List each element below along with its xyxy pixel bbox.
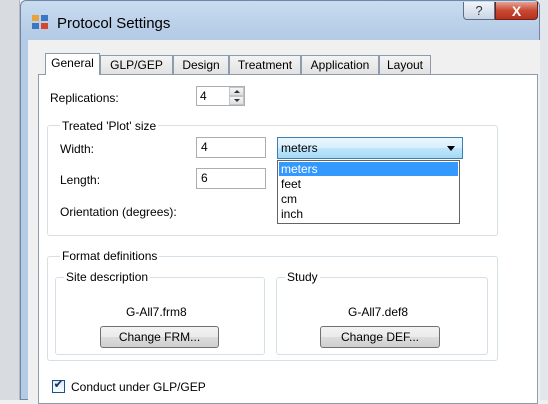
glp-gep-checkbox-label[interactable]: Conduct under GLP/GEP: [71, 380, 206, 394]
replications-value: 4: [200, 89, 207, 103]
units-option-feet[interactable]: feet: [279, 177, 458, 191]
help-icon: ?: [475, 3, 483, 18]
change-frm-button[interactable]: Change FRM...: [100, 326, 219, 348]
length-field[interactable]: 6: [196, 168, 266, 189]
change-def-button[interactable]: Change DEF...: [320, 326, 440, 348]
tab-design[interactable]: Design: [173, 55, 229, 75]
format-definitions-title: Format definitions: [60, 249, 160, 263]
orientation-label: Orientation (degrees):: [60, 205, 177, 219]
spinner-down-button[interactable]: [229, 96, 244, 105]
plot-size-group-title: Treated 'Plot' size: [60, 119, 159, 133]
units-option-cm[interactable]: cm: [279, 192, 458, 206]
site-description-title: Site description: [64, 270, 151, 284]
units-option-inch[interactable]: inch: [279, 207, 458, 221]
units-dropdown-list: meters feet cm inch: [277, 160, 460, 224]
help-button[interactable]: ?: [463, 2, 495, 20]
check-icon: ✔: [53, 377, 64, 391]
arrow-up-icon: [234, 90, 240, 93]
width-field[interactable]: 4: [196, 137, 266, 158]
tab-glp-gep[interactable]: GLP/GEP: [100, 55, 173, 75]
units-option-meters[interactable]: meters: [279, 162, 458, 176]
tab-layout[interactable]: Layout: [379, 55, 431, 75]
background-window-edge-right: [540, 0, 548, 400]
chevron-down-icon: [447, 146, 455, 151]
spinner-up-button[interactable]: [229, 87, 244, 96]
close-button[interactable]: X: [495, 2, 538, 20]
arrow-down-icon: [234, 99, 240, 102]
width-label: Width:: [60, 142, 95, 156]
tab-application[interactable]: Application: [301, 55, 379, 75]
units-selected-value: meters: [281, 141, 318, 155]
site-frm-filename: G-All7.frm8: [126, 305, 187, 319]
window-title: Protocol Settings: [57, 15, 171, 32]
tab-treatment[interactable]: Treatment: [229, 55, 301, 75]
grid-app-icon: [32, 15, 48, 29]
study-title: Study: [285, 270, 320, 284]
close-icon: X: [511, 3, 522, 19]
replications-label: Replications:: [50, 91, 119, 105]
tab-general[interactable]: General: [45, 53, 100, 75]
background-window-edge: [0, 0, 20, 400]
length-label: Length:: [60, 173, 101, 187]
study-def-filename: G-All7.def8: [348, 305, 409, 319]
